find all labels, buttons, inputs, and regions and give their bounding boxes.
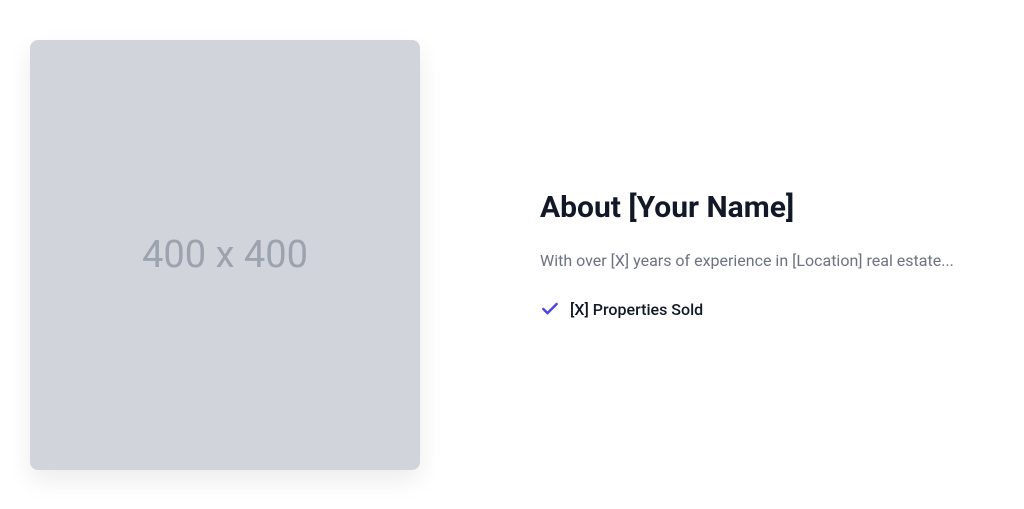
about-content: About [Your Name] With over [X] years of… xyxy=(540,190,994,319)
about-description: With over [X] years of experience in [Lo… xyxy=(540,249,994,273)
about-section: 400 x 400 About [Your Name] With over [X… xyxy=(0,0,1024,509)
about-heading: About [Your Name] xyxy=(540,190,994,225)
achievement-item: [X] Properties Sold xyxy=(540,299,994,319)
check-icon xyxy=(540,299,560,319)
placeholder-dimensions: 400 x 400 xyxy=(142,233,308,277)
achievement-text: [X] Properties Sold xyxy=(570,300,703,319)
profile-image-placeholder: 400 x 400 xyxy=(30,40,420,470)
